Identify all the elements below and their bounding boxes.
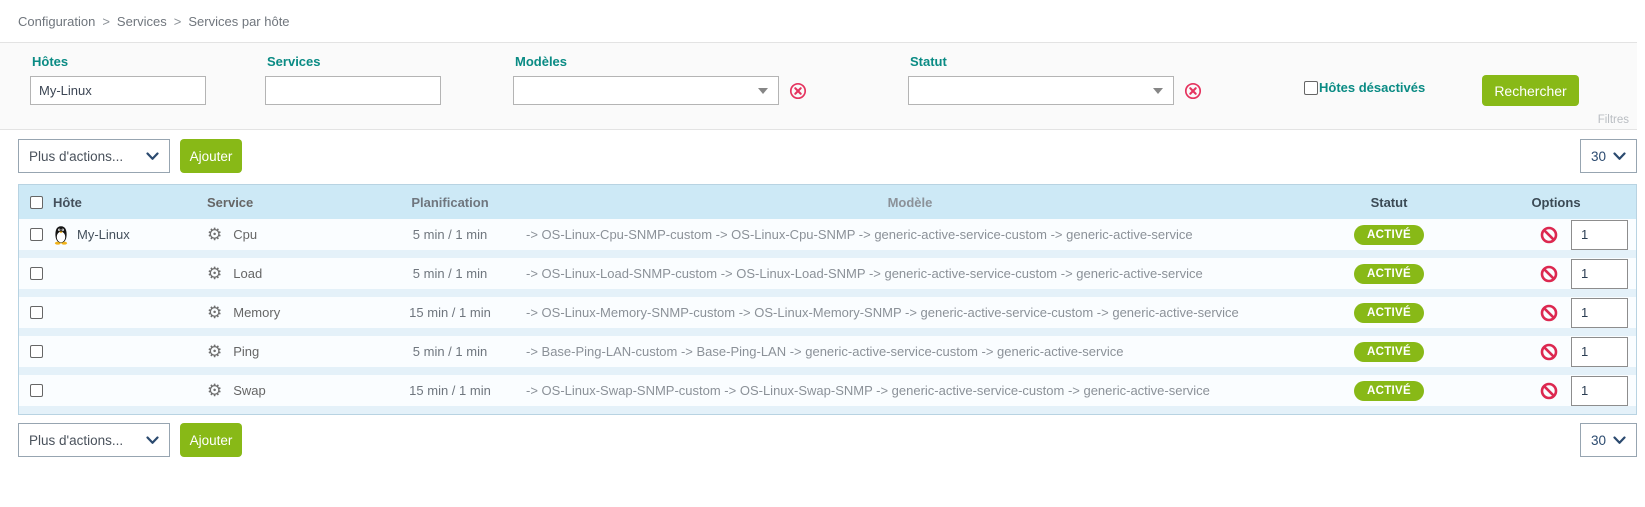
service-name[interactable]: Load bbox=[233, 266, 262, 281]
service-name[interactable]: Swap bbox=[233, 383, 266, 398]
service-name[interactable]: Ping bbox=[233, 344, 259, 359]
add-button[interactable]: Ajouter bbox=[180, 139, 242, 173]
chevron-down-icon bbox=[146, 436, 159, 445]
select-all-checkbox[interactable] bbox=[30, 196, 43, 209]
header-scheduling[interactable]: Planification bbox=[390, 195, 510, 210]
status-badge: ACTIVÉ bbox=[1354, 303, 1424, 323]
prohibition-icon[interactable] bbox=[1540, 382, 1558, 400]
prohibition-icon[interactable] bbox=[1540, 226, 1558, 244]
chevron-down-icon bbox=[146, 152, 159, 161]
status-filter-label: Statut bbox=[910, 54, 947, 69]
breadcrumb: Configuration > Services > Services par hôte bbox=[18, 14, 1645, 29]
options-input[interactable] bbox=[1571, 376, 1628, 406]
more-actions-select[interactable]: Plus d'actions... bbox=[18, 139, 170, 173]
chevron-down-icon bbox=[1613, 152, 1626, 161]
prohibition-icon[interactable] bbox=[1540, 304, 1558, 322]
linux-penguin-icon bbox=[53, 225, 69, 245]
templates-clear-icon[interactable] bbox=[789, 82, 807, 100]
gear-icon[interactable]: ⚙︎ bbox=[207, 226, 222, 243]
options-input[interactable] bbox=[1571, 220, 1628, 250]
hosts-filter-label: Hôtes bbox=[32, 54, 68, 69]
status-badge: ACTIVÉ bbox=[1354, 264, 1424, 284]
service-name[interactable]: Memory bbox=[233, 305, 280, 320]
scheduling-value: 5 min / 1 min bbox=[390, 344, 510, 359]
scheduling-value: 5 min / 1 min bbox=[390, 266, 510, 281]
breadcrumb-item-configuration[interactable]: Configuration bbox=[18, 14, 95, 29]
bottom-toolbar: Plus d'actions... Ajouter 30 bbox=[18, 423, 1637, 457]
options-input[interactable] bbox=[1571, 298, 1628, 328]
breadcrumb-item-services-par-hote: Services par hôte bbox=[188, 14, 289, 29]
table-row: ⚙︎ Memory 15 min / 1 min-> OS-Linux-Memory… bbox=[19, 297, 1636, 336]
dropdown-arrow-icon bbox=[758, 88, 768, 94]
table-header-row: Hôte Service Planification Modèle Statut… bbox=[19, 185, 1636, 219]
search-button[interactable]: Rechercher bbox=[1482, 75, 1579, 106]
more-actions-select[interactable]: Plus d'actions... bbox=[18, 423, 170, 457]
table-row: My-Linux ⚙︎ Cpu 5 min / 1 min-> OS-Linux-Cp… bbox=[19, 219, 1636, 258]
template-chain: -> OS-Linux-Swap-SNMP-custom -> OS-Linux… bbox=[510, 383, 1294, 398]
row-checkbox[interactable] bbox=[30, 267, 43, 280]
options-input[interactable] bbox=[1571, 259, 1628, 289]
add-button[interactable]: Ajouter bbox=[180, 423, 242, 457]
hosts-filter-input[interactable] bbox=[30, 76, 206, 105]
scheduling-value: 15 min / 1 min bbox=[390, 383, 510, 398]
template-chain: -> Base-Ping-LAN-custom -> Base-Ping-LAN… bbox=[510, 344, 1294, 359]
header-status[interactable]: Statut bbox=[1294, 195, 1484, 210]
table-row: ⚙︎ Load 5 min / 1 min-> OS-Linux-Load-SNMP… bbox=[19, 258, 1636, 297]
header-service[interactable]: Service bbox=[205, 195, 390, 210]
status-badge: ACTIVÉ bbox=[1354, 225, 1424, 245]
header-template[interactable]: Modèle bbox=[510, 195, 1294, 210]
breadcrumb-item-services[interactable]: Services bbox=[117, 14, 167, 29]
templates-filter-label: Modèles bbox=[515, 54, 567, 69]
breadcrumb-separator: > bbox=[102, 14, 110, 29]
dropdown-arrow-icon bbox=[1153, 88, 1163, 94]
page-size-value: 30 bbox=[1591, 433, 1606, 448]
status-badge: ACTIVÉ bbox=[1354, 381, 1424, 401]
breadcrumb-separator: > bbox=[174, 14, 182, 29]
template-chain: -> OS-Linux-Cpu-SNMP-custom -> OS-Linux-… bbox=[510, 227, 1294, 242]
page-size-select[interactable]: 30 bbox=[1580, 423, 1637, 457]
page-size-value: 30 bbox=[1591, 149, 1606, 164]
host-name[interactable]: My-Linux bbox=[77, 227, 130, 242]
header-host[interactable]: Hôte bbox=[53, 195, 205, 210]
services-filter-label: Services bbox=[267, 54, 321, 69]
gear-icon[interactable]: ⚙︎ bbox=[207, 265, 222, 282]
row-checkbox[interactable] bbox=[30, 345, 43, 358]
header-options: Options bbox=[1484, 195, 1636, 210]
service-name[interactable]: Cpu bbox=[233, 227, 257, 242]
template-chain: -> OS-Linux-Memory-SNMP-custom -> OS-Lin… bbox=[510, 305, 1294, 320]
row-checkbox[interactable] bbox=[30, 228, 43, 241]
template-chain: -> OS-Linux-Load-SNMP-custom -> OS-Linux… bbox=[510, 266, 1294, 281]
filters-caption: Filtres bbox=[1598, 114, 1629, 126]
more-actions-label: Plus d'actions... bbox=[29, 433, 123, 448]
services-table: Hôte Service Planification Modèle Statut… bbox=[18, 184, 1637, 415]
more-actions-label: Plus d'actions... bbox=[29, 149, 123, 164]
filter-panel: Hôtes Services Modèles Statut Hôtes désa… bbox=[0, 42, 1637, 130]
gear-icon[interactable]: ⚙︎ bbox=[207, 343, 222, 360]
options-input[interactable] bbox=[1571, 337, 1628, 367]
row-checkbox[interactable] bbox=[30, 384, 43, 397]
prohibition-icon[interactable] bbox=[1540, 343, 1558, 361]
disabled-hosts-checkbox[interactable] bbox=[1304, 81, 1318, 95]
chevron-down-icon bbox=[1613, 436, 1626, 445]
table-row: ⚙︎ Swap 15 min / 1 min-> OS-Linux-Swap-SNM… bbox=[19, 375, 1636, 414]
prohibition-icon[interactable] bbox=[1540, 265, 1558, 283]
page-size-select[interactable]: 30 bbox=[1580, 139, 1637, 173]
status-clear-icon[interactable] bbox=[1184, 82, 1202, 100]
top-toolbar: Plus d'actions... Ajouter 30 bbox=[18, 139, 1637, 173]
status-select[interactable] bbox=[908, 76, 1174, 105]
gear-icon[interactable]: ⚙︎ bbox=[207, 382, 222, 399]
table-row: ⚙︎ Ping 5 min / 1 min-> Base-Ping-LAN-cust… bbox=[19, 336, 1636, 375]
templates-select[interactable] bbox=[513, 76, 779, 105]
scheduling-value: 15 min / 1 min bbox=[390, 305, 510, 320]
gear-icon[interactable]: ⚙︎ bbox=[207, 304, 222, 321]
disabled-hosts-label: Hôtes désactivés bbox=[1319, 80, 1425, 95]
disabled-hosts-checkbox-row[interactable]: Hôtes désactivés bbox=[1304, 80, 1425, 95]
status-badge: ACTIVÉ bbox=[1354, 342, 1424, 362]
row-checkbox[interactable] bbox=[30, 306, 43, 319]
table-body: My-Linux⚙︎Cpu5 min / 1 min-> OS-Linux-Cp… bbox=[19, 219, 1636, 414]
scheduling-value: 5 min / 1 min bbox=[390, 227, 510, 242]
services-filter-input[interactable] bbox=[265, 76, 441, 105]
